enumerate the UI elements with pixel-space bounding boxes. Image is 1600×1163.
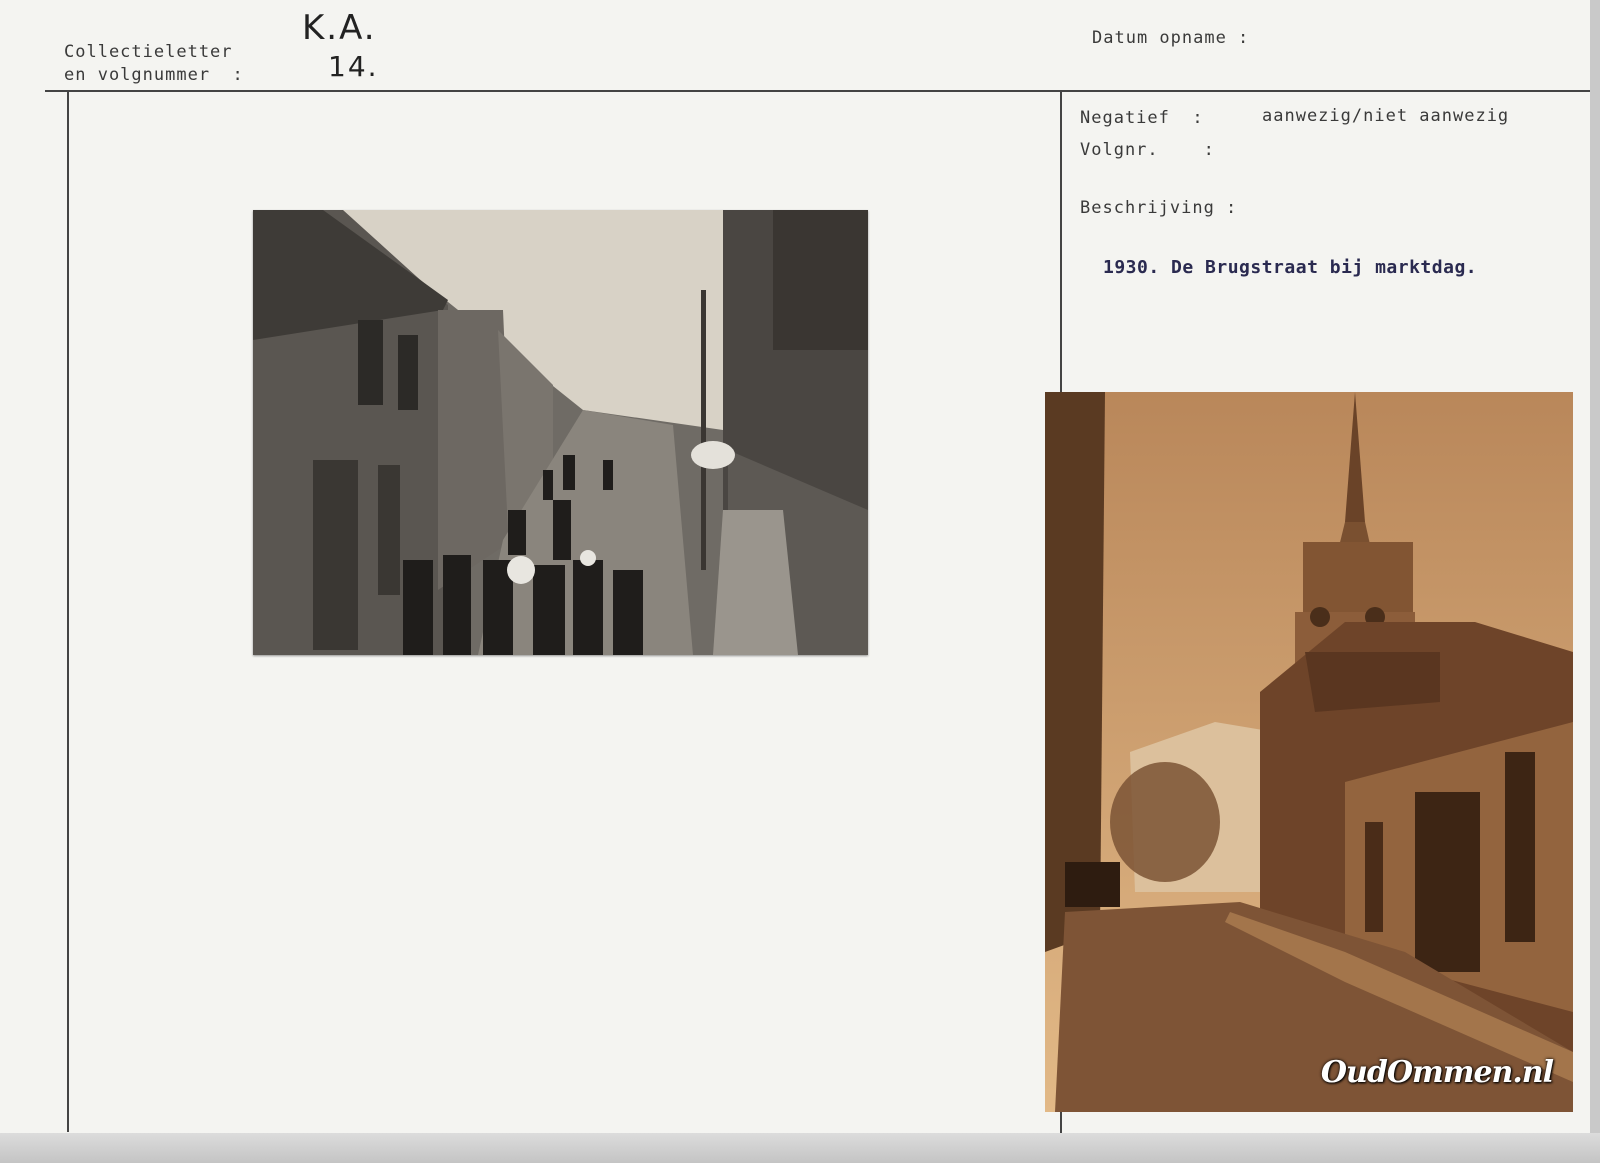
street-photo-bw-drawing xyxy=(253,210,868,655)
header-divider xyxy=(45,90,1590,92)
watermark-logo: OudOmmen.nl xyxy=(1320,1055,1554,1090)
right-column-divider xyxy=(1060,92,1062,392)
negative-value: aanwezig/niet aanwezig xyxy=(1262,106,1510,126)
collection-letter: K.A. xyxy=(302,8,377,48)
archive-card: Collectieletter en volgnummer : K.A. 14.… xyxy=(0,0,1590,1133)
collection-label-line2: en volgnummer : xyxy=(64,65,244,85)
card-shadow xyxy=(0,1133,1600,1163)
street-photo-sepia-drawing xyxy=(1045,392,1573,1112)
volgnr-label: Volgnr. : xyxy=(1080,140,1215,160)
right-column-divider-bottom xyxy=(1060,1110,1062,1133)
negative-label: Negatief : xyxy=(1080,108,1204,128)
description-label: Beschrijving : xyxy=(1080,198,1238,218)
street-photo-sepia: OudOmmen.nl xyxy=(1045,392,1573,1112)
left-margin-line xyxy=(67,92,69,1132)
description-text: 1930. De Brugstraat bij marktdag. xyxy=(1103,257,1478,278)
collection-number: 14. xyxy=(328,50,379,83)
street-photo-bw xyxy=(253,210,868,655)
collection-label-line1: Collectieletter xyxy=(64,42,233,62)
date-label: Datum opname : xyxy=(1092,28,1250,48)
